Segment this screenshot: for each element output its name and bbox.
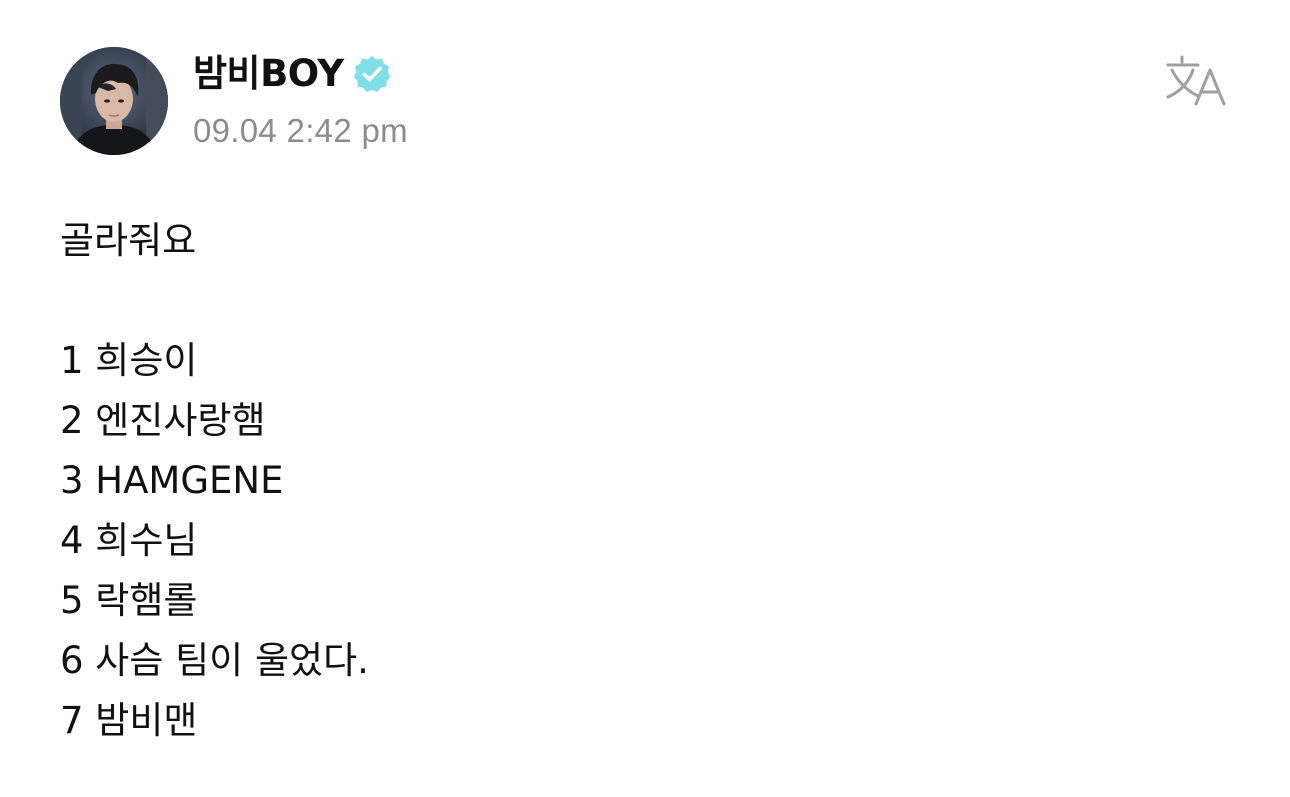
post-title-line: 골라줘요 xyxy=(60,219,197,262)
list-item: 5 락햄롤 xyxy=(60,579,198,622)
list-item: 1 희승이 xyxy=(60,339,198,382)
list-item: 7 밤비맨 xyxy=(60,699,198,742)
avatar[interactable] xyxy=(60,47,168,155)
avatar-image xyxy=(60,47,168,155)
post-card: 밤비BOY 09.04 2:42 pm 골라줘요 1 희승이 2 엔진사랑햄 3… xyxy=(0,0,1290,797)
verified-badge-icon xyxy=(352,54,392,94)
translate-icon xyxy=(1166,55,1226,106)
author-name[interactable]: 밤비BOY xyxy=(193,50,344,98)
post-timestamp: 09.04 2:42 pm xyxy=(193,112,408,149)
list-item: 3 HAMGENE xyxy=(60,459,284,502)
post-body: 골라줘요 1 희승이 2 엔진사랑햄 3 HAMGENE 4 희수님 5 락햄롤… xyxy=(60,211,1220,751)
translate-button[interactable] xyxy=(1162,52,1234,112)
list-item: 4 희수님 xyxy=(60,519,198,562)
author-row: 밤비BOY xyxy=(193,50,392,98)
list-item: 6 사슴 팀이 울었다. xyxy=(60,639,369,682)
list-item: 2 엔진사랑햄 xyxy=(60,399,266,442)
